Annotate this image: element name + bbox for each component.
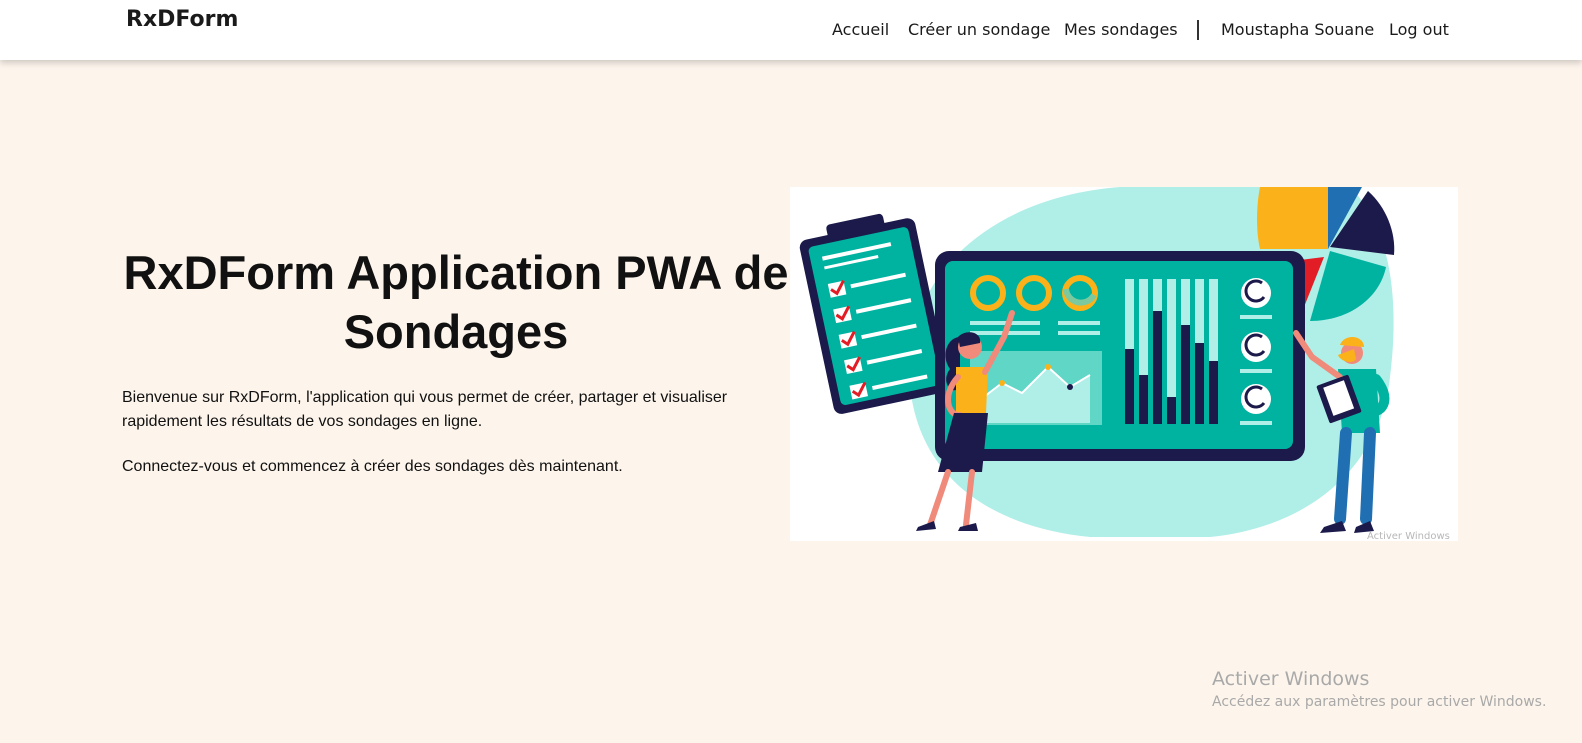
windows-activation-title: Activer Windows [1212,668,1370,690]
nav-home-link[interactable]: Accueil [832,20,889,39]
nav-divider [1197,20,1199,40]
hero-title: RxDForm Application PWA de Sondages [123,246,789,358]
nav-my-surveys-link[interactable]: Mes sondages [1064,20,1178,39]
hero-cta-text: Connectez-vous et commencez à créer des … [122,458,623,475]
brand-logo[interactable]: RxDForm [126,7,238,32]
survey-dashboard-illustration [790,187,1458,541]
watermark-overlay-text: Activer Windows [1367,531,1450,542]
hero-intro-text: Bienvenue sur RxDForm, l'application qui… [122,389,728,430]
nav-logout-link[interactable]: Log out [1389,20,1449,39]
navbar: RxDForm Accueil Créer un sondage Mes son… [0,0,1582,60]
nav-create-survey-link[interactable]: Créer un sondage [908,20,1050,39]
windows-activation-subtitle: Accédez aux paramètres pour activer Wind… [1212,694,1547,710]
nav-user-link[interactable]: Moustapha Souane [1221,20,1374,39]
